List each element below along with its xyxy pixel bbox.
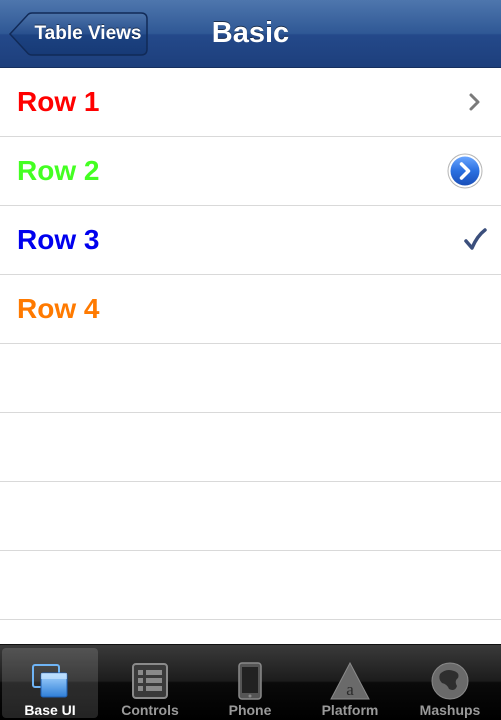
page-title: Basic	[211, 17, 290, 49]
table-row[interactable]: Row 1	[0, 68, 501, 137]
tab-phone[interactable]: Phone	[202, 648, 298, 718]
empty-row	[0, 482, 501, 551]
tab-mashups[interactable]: Mashups	[402, 648, 498, 718]
table-view: Row 1 Row 2 Row 3 Row 4	[0, 68, 501, 689]
tab-label: Phone	[228, 702, 272, 718]
tab-label: Controls	[121, 702, 179, 718]
table-row[interactable]: Row 3	[0, 206, 501, 275]
tab-label: Mashups	[419, 702, 481, 718]
mashups-icon	[430, 662, 470, 700]
phone-icon	[230, 662, 270, 700]
back-button-label: Table Views	[34, 23, 142, 44]
tab-label: Base UI	[24, 702, 76, 718]
detail-disclosure-icon[interactable]	[446, 137, 486, 205]
row-label: Row 1	[17, 86, 100, 117]
empty-row	[0, 344, 501, 413]
navigation-bar: Table Views Basic	[0, 0, 501, 68]
list-icon	[130, 662, 170, 700]
svg-text:a: a	[346, 680, 354, 699]
chevron-icon	[468, 68, 482, 136]
tab-label: Platform	[321, 702, 379, 718]
row-label: Row 3	[17, 224, 100, 255]
row-label: Row 2	[17, 155, 100, 186]
empty-row	[0, 413, 501, 482]
empty-row	[0, 551, 501, 620]
row-label: Row 4	[17, 293, 100, 324]
checkmark-icon	[463, 206, 487, 274]
tab-base-ui[interactable]: Base UI	[2, 648, 98, 718]
back-button[interactable]: Table Views	[8, 12, 148, 56]
table-row[interactable]: Row 4	[0, 275, 501, 344]
tab-bar: Base UI Controls Phone a Platform Mashup…	[0, 644, 501, 720]
tab-controls[interactable]: Controls	[102, 648, 198, 718]
platform-icon: a	[330, 661, 370, 700]
tab-platform[interactable]: a Platform	[302, 648, 398, 718]
table-row[interactable]: Row 2	[0, 137, 501, 206]
windows-icon	[30, 662, 70, 700]
